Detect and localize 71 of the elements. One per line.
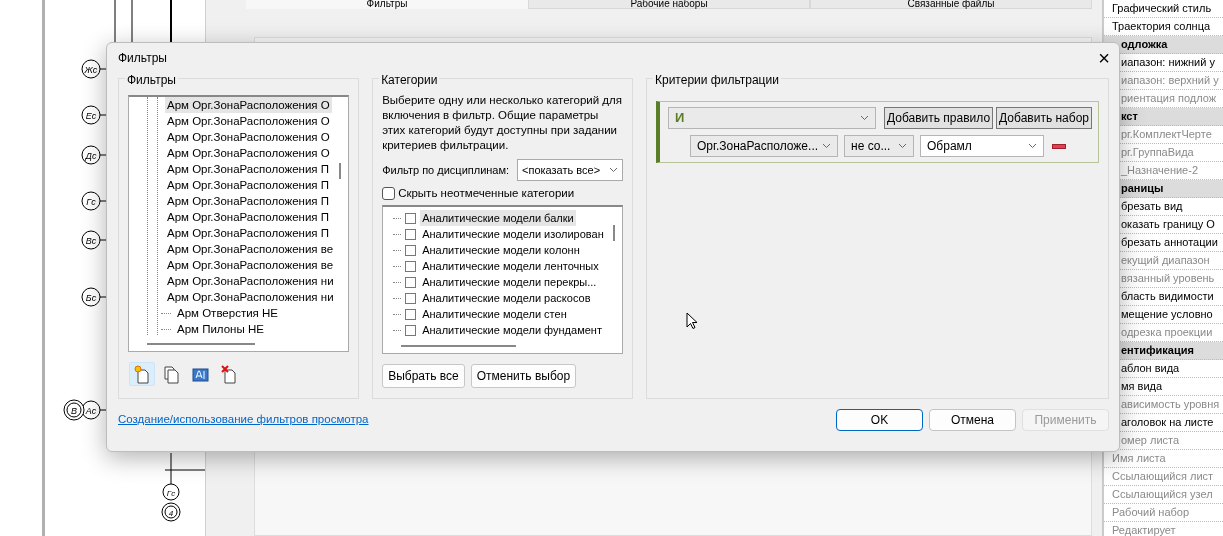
list-item[interactable]: Арм Орг.ЗонаРасположения П xyxy=(165,225,332,241)
list-item[interactable]: Арм Орг.ЗонаРасположения ве xyxy=(165,241,336,257)
checkbox[interactable] xyxy=(405,308,417,320)
list-item[interactable]: Арм Пилоны НЕ xyxy=(175,321,266,337)
help-link[interactable]: Создание/использование фильтров просмотра xyxy=(118,411,369,429)
checkbox[interactable] xyxy=(405,260,417,272)
button[interactable]: OK xyxy=(836,409,923,431)
property-label: Графический стиль xyxy=(1104,0,1223,18)
button[interactable]: Отменить выбор xyxy=(470,364,577,389)
button[interactable]: Добавить набор xyxy=(996,107,1092,129)
list-item[interactable]: Аналитические модели перекры... xyxy=(420,274,599,291)
logic-dropdown[interactable]: И xyxy=(668,107,876,129)
button[interactable]: Добавить правило xyxy=(884,107,994,129)
property-label: Ссылающийся лист xyxy=(1104,468,1223,486)
property-label: Ссылающийся узел xyxy=(1104,486,1223,504)
dialog-title: Фильтры xyxy=(118,50,167,67)
parameter-dropdown[interactable]: Орг.ЗонаРасположе... xyxy=(690,135,838,157)
list-item[interactable]: Аналитические модели фундамент xyxy=(420,322,604,339)
new-filter-icon xyxy=(133,364,151,384)
property-label: Редактирует xyxy=(1104,522,1223,536)
list-item[interactable]: Арм Орг.ЗонаРасположения ни xyxy=(165,273,336,289)
list-item[interactable]: Арм Орг.ЗонаРасположения ни xyxy=(165,289,336,305)
field-label: Фильтр по дисциплинам: xyxy=(382,162,510,178)
checkbox[interactable] xyxy=(405,212,417,224)
caret-icon xyxy=(609,167,618,173)
list-item[interactable]: Аналитические модели ленточных xyxy=(420,258,601,275)
property-label: Рабочий набор xyxy=(1104,504,1223,522)
list-item[interactable]: Аналитические модели колонн xyxy=(420,242,582,259)
checkbox[interactable] xyxy=(405,324,417,336)
list-item[interactable]: Арм Орг.ЗонаРасположения О xyxy=(165,145,332,161)
wall-lines-drawing xyxy=(114,0,172,43)
list-item[interactable]: Аналитические модели балки xyxy=(420,210,576,227)
copy-icon xyxy=(162,364,180,384)
grid-bubble: В xyxy=(63,399,85,421)
checkbox[interactable] xyxy=(405,244,417,256)
list-item[interactable]: Арм Орг.ЗонаРасположения П xyxy=(165,177,332,193)
caret-icon xyxy=(860,115,869,121)
grid-bubble: 4 xyxy=(161,502,181,522)
group-header: одложка xyxy=(1104,36,1223,54)
checkbox[interactable] xyxy=(405,292,417,304)
cursor-icon xyxy=(686,312,698,330)
list-item[interactable]: Арм Орг.ЗонаРасположения О xyxy=(165,113,332,129)
button[interactable]: Выбрать все xyxy=(382,364,465,389)
caret-icon xyxy=(822,143,831,149)
list-item[interactable]: Арм Орг.ЗонаРасположения ве xyxy=(165,257,336,273)
list-item[interactable]: Аналитические модели стен xyxy=(420,306,569,323)
list-item[interactable]: Арм Орг.ЗонаРасположения П xyxy=(165,209,332,225)
description-text: Выберите одну или несколько категорий для включения в фильтр. Общие параметры этих категорий будут доступны при задании критериев фильтрации. xyxy=(382,93,623,153)
checkbox[interactable] xyxy=(405,228,417,240)
tab[interactable]: Связанные файлы xyxy=(810,0,1092,9)
value-dropdown[interactable]: Обрамл xyxy=(920,135,1044,157)
checkbox[interactable]: Скрыть неотмеченные категории xyxy=(382,185,623,203)
list-item[interactable]: Арм Орг.ЗонаРасположения П xyxy=(165,193,332,209)
list-item[interactable]: Аналитические модели раскосов xyxy=(420,290,593,307)
list-item[interactable]: Арм Орг.ЗонаРасположения П xyxy=(165,161,332,177)
list-item[interactable]: Арм Орг.ЗонаРасположения О xyxy=(165,129,332,145)
tab[interactable]: Фильтры xyxy=(246,0,528,9)
delete-icon xyxy=(220,364,238,384)
button[interactable]: Отмена xyxy=(929,409,1016,431)
list-item[interactable]: Арм Орг.ЗонаРасположения О xyxy=(165,97,332,113)
list-item[interactable]: Арм Отверстия НЕ xyxy=(175,305,280,321)
grid-bubble: Гс xyxy=(162,483,180,501)
toolbar-button[interactable] xyxy=(129,362,155,386)
discipline-dropdown[interactable]: <показать все> xyxy=(517,159,623,181)
operator-dropdown[interactable]: не со... xyxy=(844,135,914,157)
tab[interactable]: Рабочие наборы xyxy=(528,0,810,9)
checkbox[interactable] xyxy=(405,276,417,288)
caret-icon xyxy=(1028,143,1037,149)
grid-line-drawing xyxy=(164,452,205,485)
caret-icon xyxy=(898,143,907,149)
list-item[interactable]: Аналитические модели изолирован xyxy=(420,226,606,243)
